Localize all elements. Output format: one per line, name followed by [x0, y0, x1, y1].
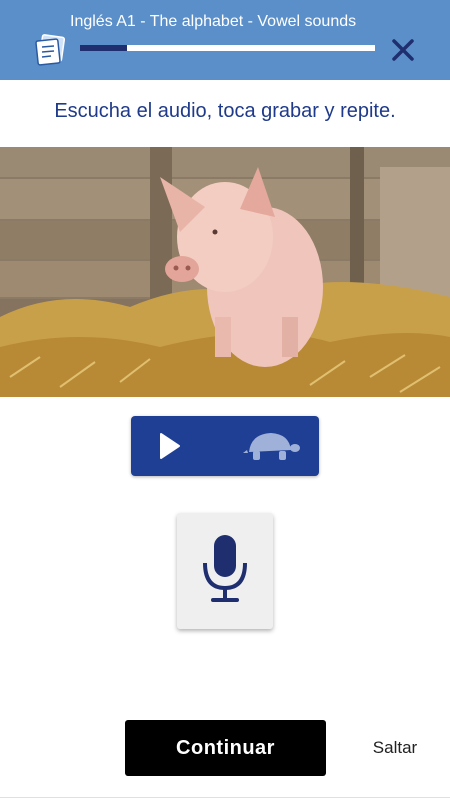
top-header: Inglés A1 - The alphabet - Vowel sounds [0, 0, 450, 80]
instruction-text: Escucha el audio, toca grabar y repite. [54, 100, 396, 122]
skip-link[interactable]: Saltar [360, 738, 430, 758]
notes-icon [35, 34, 66, 66]
play-icon[interactable] [149, 430, 191, 462]
bottom-divider [0, 797, 450, 798]
audio-controls [131, 416, 319, 476]
lesson-title: Inglés A1 - The alphabet - Vowel sounds [70, 13, 357, 30]
continue-button[interactable]: Continuar [125, 720, 326, 776]
turtle-icon[interactable] [243, 428, 301, 464]
record-button[interactable] [177, 513, 273, 629]
progress-bar [80, 45, 375, 51]
progress-fill [80, 45, 128, 51]
pig-photo [0, 147, 450, 397]
close-icon[interactable] [388, 35, 418, 65]
microphone-icon [203, 535, 247, 602]
